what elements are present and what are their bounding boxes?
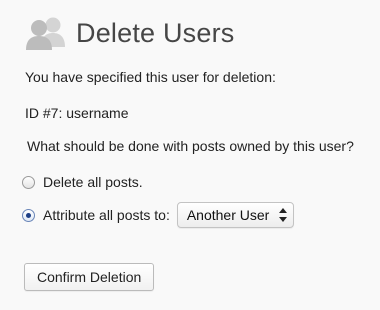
user-id-text: ID #7: username [25, 105, 129, 121]
question-text: What should be done with posts owned by … [27, 138, 354, 154]
attribute-user-value: Another User [186, 207, 270, 223]
confirm-deletion-button[interactable]: Confirm Deletion [24, 263, 155, 291]
updown-arrows-icon [279, 208, 288, 222]
delete-posts-radio[interactable] [22, 175, 35, 189]
attribute-posts-label: Attribute all posts to: [43, 207, 170, 223]
users-icon [22, 13, 70, 53]
intro-text: You have specified this user for deletio… [25, 69, 276, 85]
page-title: Delete Users [76, 17, 235, 48]
attribute-user-select[interactable]: Another User [176, 202, 295, 228]
delete-posts-label: Delete all posts. [43, 174, 143, 190]
delete-posts-option[interactable]: Delete all posts. [22, 174, 143, 190]
attribute-posts-option[interactable]: Attribute all posts to: Another User [22, 202, 295, 228]
attribute-posts-radio[interactable] [22, 208, 35, 222]
page-header: Delete Users [22, 12, 234, 54]
